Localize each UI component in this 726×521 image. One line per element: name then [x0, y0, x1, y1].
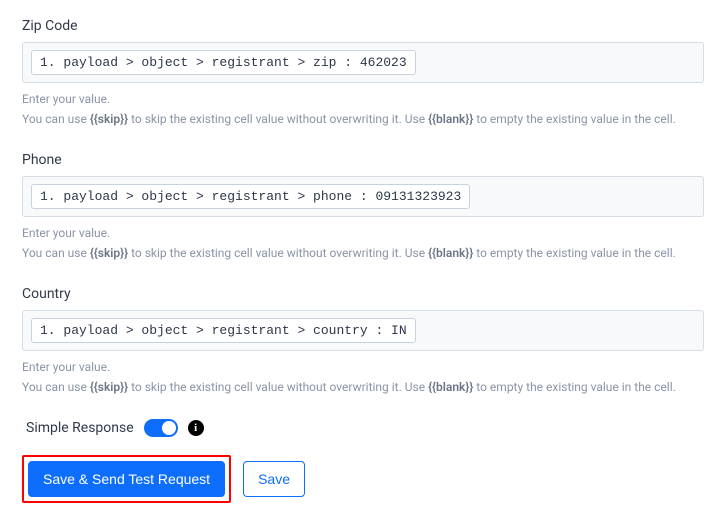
simple-response-toggle[interactable]: [144, 419, 178, 437]
save-button[interactable]: Save: [243, 461, 305, 497]
toggle-label: Simple Response: [26, 420, 134, 436]
button-row: Save & Send Test Request Save: [22, 455, 704, 503]
field-label: Country: [22, 286, 704, 302]
field-phone: Phone 1. payload > object > registrant >…: [22, 152, 704, 264]
mapping-input-phone[interactable]: 1. payload > object > registrant > phone…: [22, 176, 704, 217]
mapping-chip[interactable]: 1. payload > object > registrant > phone…: [31, 184, 470, 209]
save-send-test-button[interactable]: Save & Send Test Request: [28, 461, 225, 497]
hint-text: Enter your value. You can use {{skip}} t…: [22, 357, 704, 398]
annotation-highlight: Save & Send Test Request: [22, 455, 231, 503]
mapping-chip[interactable]: 1. payload > object > registrant > count…: [31, 318, 416, 343]
mapping-chip[interactable]: 1. payload > object > registrant > zip :…: [31, 50, 416, 75]
field-country: Country 1. payload > object > registrant…: [22, 286, 704, 398]
field-zip-code: Zip Code 1. payload > object > registran…: [22, 18, 704, 130]
hint-text: Enter your value. You can use {{skip}} t…: [22, 223, 704, 264]
hint-text: Enter your value. You can use {{skip}} t…: [22, 89, 704, 130]
mapping-input-zip[interactable]: 1. payload > object > registrant > zip :…: [22, 42, 704, 83]
info-icon[interactable]: i: [188, 420, 204, 436]
field-label: Zip Code: [22, 18, 704, 34]
simple-response-row: Simple Response i: [26, 419, 704, 437]
field-label: Phone: [22, 152, 704, 168]
mapping-input-country[interactable]: 1. payload > object > registrant > count…: [22, 310, 704, 351]
